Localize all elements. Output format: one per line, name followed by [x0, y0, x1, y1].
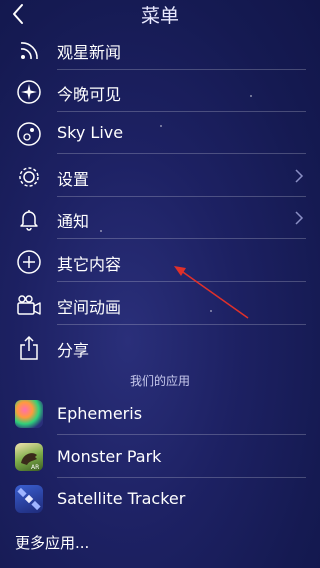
- app-item-satellite-tracker[interactable]: Satellite Tracker: [0, 478, 320, 520]
- app-item-label: Ephemeris: [57, 404, 143, 423]
- menu-item-news[interactable]: 观星新闻: [0, 28, 320, 70]
- more-apps-link[interactable]: 更多应用...: [15, 532, 89, 553]
- plus-circle-icon: [17, 250, 41, 274]
- app-item-ephemeris[interactable]: Ephemeris: [0, 393, 320, 435]
- menu-item-label: 今晚可见: [57, 85, 122, 104]
- menu-item-label: 设置: [57, 170, 90, 189]
- bell-icon: [20, 210, 38, 231]
- ephemeris-app-icon: [15, 400, 43, 428]
- menu-item-label: 其它内容: [57, 255, 122, 274]
- menu-item-label: 通知: [57, 212, 90, 231]
- page-title: 菜单: [140, 5, 179, 27]
- app-item-label: Satellite Tracker: [57, 489, 186, 508]
- rss-icon: [20, 42, 38, 60]
- chevron-right-icon: [295, 211, 304, 225]
- apps-section-title: 我们的应用: [129, 374, 190, 388]
- menu-item-notifications[interactable]: 通知: [0, 197, 320, 239]
- menu-item-space-animation[interactable]: 空间动画: [0, 283, 320, 325]
- header: 菜单: [0, 0, 320, 30]
- gear-icon: [19, 167, 39, 187]
- compass-star-icon: [17, 80, 41, 104]
- share-icon: [20, 335, 38, 360]
- monster-park-app-icon: AR: [15, 443, 43, 471]
- app-item-label: Monster Park: [57, 447, 162, 466]
- menu-item-share[interactable]: 分享: [0, 326, 320, 368]
- chevron-right-icon: [295, 169, 304, 183]
- menu-item-settings[interactable]: 设置: [0, 155, 320, 197]
- menu-item-more-content[interactable]: 其它内容: [0, 240, 320, 282]
- menu-item-sky-live[interactable]: Sky Live: [0, 112, 320, 154]
- svg-text:AR: AR: [31, 464, 39, 471]
- app-item-monster-park[interactable]: AR Monster Park: [0, 436, 320, 478]
- menu-item-label: Sky Live: [57, 123, 124, 142]
- menu-item-label: 空间动画: [57, 298, 122, 317]
- satellite-tracker-app-icon: [15, 485, 43, 513]
- menu-item-tonight[interactable]: 今晚可见: [0, 70, 320, 112]
- menu-item-label: 观星新闻: [57, 43, 122, 62]
- menu-item-label: 分享: [57, 341, 90, 360]
- video-camera-icon: [17, 295, 41, 315]
- planet-phase-icon: [17, 122, 41, 146]
